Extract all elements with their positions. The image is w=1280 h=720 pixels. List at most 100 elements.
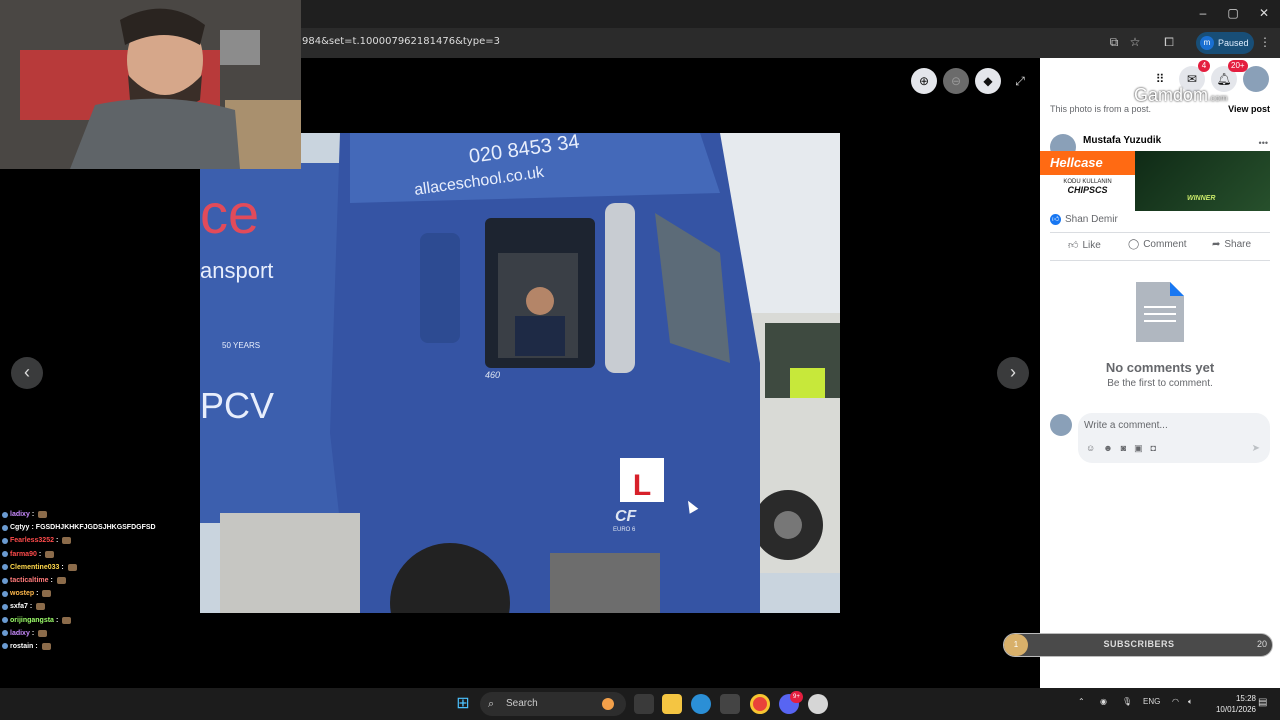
emoji-icon[interactable]: ☻	[1103, 443, 1112, 454]
chat-separator: :	[29, 603, 33, 611]
taskbar-clock[interactable]: 15:28 10/01/2026	[1206, 693, 1256, 715]
chat-username[interactable]: wostep	[10, 590, 34, 597]
taskbar-search[interactable]: ⌕ Search	[480, 692, 626, 716]
gif-icon[interactable]: ▣	[1134, 443, 1143, 454]
webcam-image	[0, 0, 301, 169]
account-avatar[interactable]	[1243, 66, 1269, 92]
edge-icon[interactable]	[691, 694, 711, 714]
post-side-panel: ⠿ ✉ 4 🔔︎ 20+ Gamdom.com This photo is fr…	[1040, 58, 1280, 688]
chat-emote-icon	[36, 603, 46, 611]
chat-username[interactable]: farma90	[10, 551, 37, 558]
reactions-summary[interactable]: 👍︎ Shan Demir	[1050, 214, 1118, 225]
zoom-in-icon[interactable]: ⊕	[911, 68, 937, 94]
tray-discord-icon[interactable]: ◉	[1100, 697, 1107, 706]
no-comments-title: No comments yet	[1105, 360, 1215, 375]
camera-icon[interactable]: ◙	[1121, 443, 1126, 454]
chat-badge-icon	[2, 630, 8, 637]
view-post-link[interactable]: View post	[1228, 104, 1270, 114]
file-explorer-icon[interactable]	[662, 694, 682, 714]
photo-image: L 020 8453 34 allaceschool.co.uk ce ansp…	[200, 133, 840, 613]
chat-username[interactable]: sxfa7	[10, 603, 28, 610]
chat-username[interactable]: Cgtyy	[10, 524, 29, 531]
chat-badge-icon	[2, 551, 8, 558]
extensions-icon[interactable]: ⧠	[1161, 34, 1177, 50]
fullscreen-icon[interactable]: ⤢	[1007, 68, 1033, 94]
profile-avatar: m	[1200, 36, 1214, 50]
search-icon: ⌕	[488, 698, 495, 710]
chat-emote-icon	[56, 577, 66, 585]
wifi-icon[interactable]: ◠	[1172, 697, 1179, 706]
volume-icon[interactable]: 🔈︎	[1188, 697, 1193, 707]
chat-username[interactable]: ladixy	[10, 630, 30, 637]
stream-chat: ladixy: Cgtyy: FGSDHJKHKFJGDSJHKGSFDGFSD Fe…	[2, 508, 202, 653]
streamer-webcam	[0, 0, 301, 169]
zoom-out-icon[interactable]: ⊖	[943, 68, 969, 94]
chat-username[interactable]: tacticaltime	[10, 577, 49, 584]
language-indicator[interactable]: ENG	[1143, 697, 1160, 706]
minimize-button[interactable]: –	[1188, 6, 1218, 20]
truck-photo-svg: L 020 8453 34 allaceschool.co.uk ce ansp…	[200, 133, 840, 613]
previous-photo-button[interactable]: ‹	[11, 357, 43, 389]
chat-username[interactable]: rostain	[10, 643, 33, 650]
share-button[interactable]: ➦ Share	[1212, 239, 1251, 250]
chrome-icon[interactable]	[750, 694, 770, 714]
notification-center-icon[interactable]: ▤	[1258, 697, 1267, 708]
send-icon[interactable]: ➤	[1252, 443, 1260, 454]
post-more-button[interactable]: •••	[1259, 138, 1268, 148]
sticker-icon[interactable]: ◘	[1151, 443, 1156, 454]
tag-icon[interactable]: ◆	[975, 68, 1001, 94]
comment-button[interactable]: ◯ Comment	[1128, 239, 1187, 250]
winner-text: WINNER	[1187, 195, 1216, 202]
next-photo-button[interactable]: ›	[997, 357, 1029, 389]
chat-separator: :	[61, 563, 64, 571]
search-label: Search	[506, 698, 538, 709]
chat-username[interactable]: Clementine033	[10, 564, 59, 571]
hellcase-banner: Hellcase KODU KULLANIN CHIPSCS	[1040, 151, 1135, 211]
bookmark-star-icon[interactable]: ☆	[1127, 34, 1143, 50]
comment-input[interactable]: Write a comment...	[1084, 420, 1168, 431]
hellcase-code: CHIPSCS	[1067, 185, 1108, 195]
truck-years-text: 50 YEARS	[222, 341, 260, 350]
avatar-sticker-icon[interactable]: ☺	[1086, 443, 1095, 454]
windows-taskbar: ⊞ ⌕ Search 9+ ⌃ ◉ 🎙︎ ENG ◠ 🔈︎ 15:28 10/0…	[0, 688, 1280, 720]
store-icon[interactable]	[720, 694, 740, 714]
close-window-button[interactable]: ✕	[1249, 6, 1279, 20]
task-view-icon[interactable]	[634, 694, 654, 714]
like-button[interactable]: 👍︎ Like	[1068, 239, 1101, 252]
chat-message: orijingangsta:	[2, 614, 202, 627]
browser-menu-icon[interactable]: ⋮	[1257, 34, 1273, 50]
subscribers-label: SUBSCRIBERS	[1103, 639, 1175, 649]
chat-badge-icon	[2, 511, 8, 518]
chat-username[interactable]: Fearless3252	[10, 537, 54, 544]
truck-side-text-1: ce	[200, 182, 259, 245]
cast-icon[interactable]: ⧉	[1106, 34, 1122, 50]
divider	[1050, 232, 1270, 233]
subscribers-goal: 20	[1256, 639, 1267, 649]
chat-separator: :	[35, 642, 38, 650]
chat-badge-icon	[2, 577, 8, 584]
start-icon[interactable]: ⊞	[453, 694, 473, 714]
like-reaction-icon: 👍︎	[1050, 214, 1061, 225]
app-icon[interactable]	[808, 694, 828, 714]
clock-time: 15:28	[1235, 694, 1256, 703]
like-icon: 👍︎	[1068, 240, 1079, 251]
profile-paused-button[interactable]: m Paused	[1196, 32, 1254, 54]
post-author-name[interactable]: Mustafa Yuzudik	[1083, 135, 1161, 146]
chat-message: Clementine033:	[2, 561, 202, 574]
chat-message: farma90:	[2, 548, 202, 561]
comment-composer[interactable]: Write a comment... ☺ ☻ ◙ ▣ ◘ ➤	[1078, 413, 1270, 463]
tray-overflow-icon[interactable]: ⌃	[1078, 697, 1085, 706]
gamdom-suffix: .com	[1208, 93, 1228, 103]
chat-separator: :	[55, 537, 59, 545]
truck-brand-text: CF	[615, 508, 638, 525]
clock-date: 10/01/2026	[1215, 705, 1256, 714]
address-bar[interactable]: 984&set=t.100007962181476&type=3	[302, 36, 500, 47]
maximize-button[interactable]: ▢	[1218, 6, 1248, 20]
microphone-icon[interactable]: 🎙︎	[1122, 697, 1132, 706]
chat-username[interactable]: orijingangsta	[10, 617, 54, 624]
commenter-avatar	[1050, 414, 1072, 436]
chat-separator: :	[50, 577, 53, 585]
chat-username[interactable]: ladixy	[10, 511, 30, 518]
comment-icon: ◯	[1128, 239, 1140, 250]
l-plate-text: L	[633, 469, 651, 502]
